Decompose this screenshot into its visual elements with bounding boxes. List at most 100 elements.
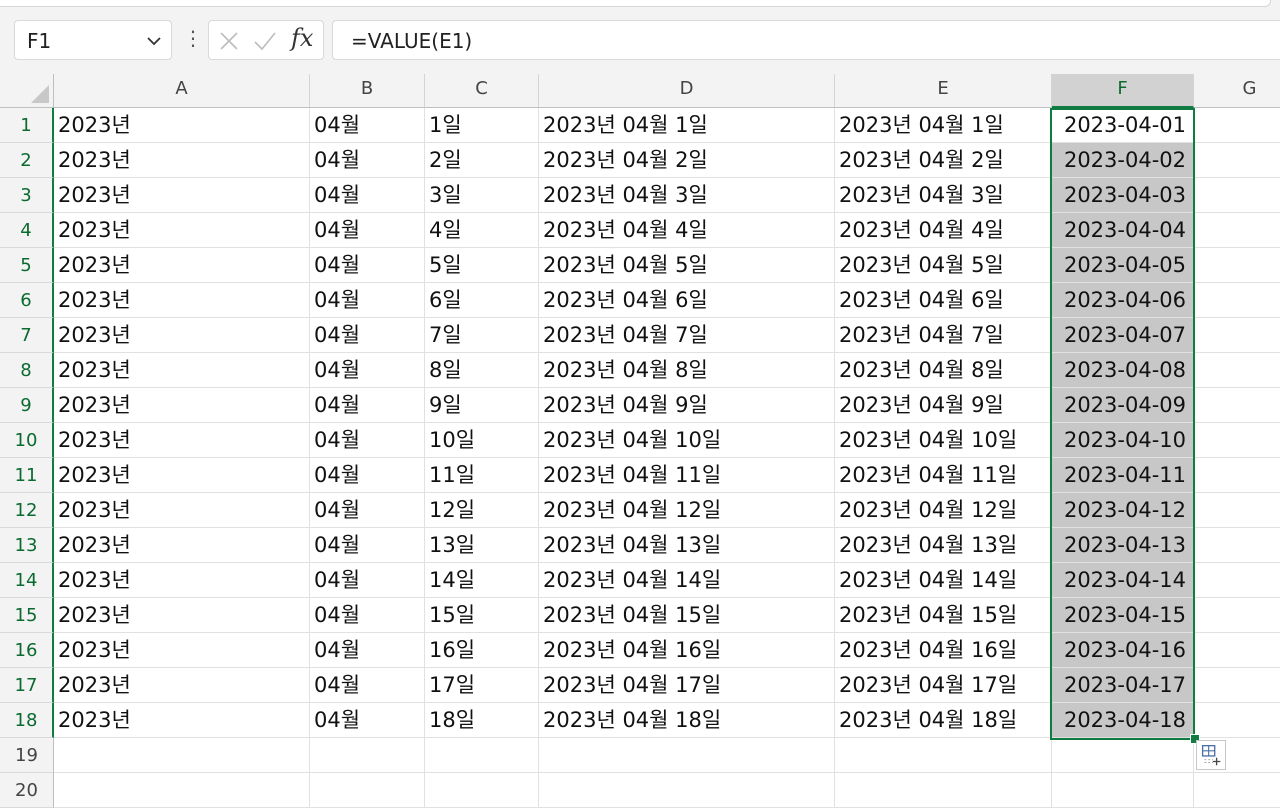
cell-b11[interactable]: 04월 [310,458,425,493]
cell-f16[interactable]: 2023-04-16 [1052,633,1194,668]
cell-d10[interactable]: 2023년 04월 10일 [539,423,835,458]
cell-c10[interactable]: 10일 [425,423,539,458]
cell-f11[interactable]: 2023-04-11 [1052,458,1194,493]
cell-c14[interactable]: 14일 [425,563,539,598]
cell-g12[interactable] [1194,493,1280,528]
cell-c5[interactable]: 5일 [425,248,539,283]
cell-g11[interactable] [1194,458,1280,493]
cell-f14[interactable]: 2023-04-14 [1052,563,1194,598]
cell-f18[interactable]: 2023-04-18 [1052,703,1194,738]
row-header[interactable]: 19 [0,738,54,773]
cell-d8[interactable]: 2023년 04월 8일 [539,353,835,388]
row-header[interactable]: 8 [0,353,54,388]
row-header[interactable]: 7 [0,318,54,353]
cell-d13[interactable]: 2023년 04월 13일 [539,528,835,563]
cell-d11[interactable]: 2023년 04월 11일 [539,458,835,493]
cell-c3[interactable]: 3일 [425,178,539,213]
cell-d18[interactable]: 2023년 04월 18일 [539,703,835,738]
cell-e8[interactable]: 2023년 04월 8일 [835,353,1052,388]
cell-g3[interactable] [1194,178,1280,213]
cell-e4[interactable]: 2023년 04월 4일 [835,213,1052,248]
cell-d19[interactable] [539,738,835,773]
cell-d16[interactable]: 2023년 04월 16일 [539,633,835,668]
row-header[interactable]: 14 [0,563,54,598]
row-header[interactable]: 17 [0,668,54,703]
cell-b17[interactable]: 04월 [310,668,425,703]
cell-e15[interactable]: 2023년 04월 15일 [835,598,1052,633]
cell-a7[interactable]: 2023년 [54,318,310,353]
cell-a1[interactable]: 2023년 [54,108,310,143]
cell-f12[interactable]: 2023-04-12 [1052,493,1194,528]
cell-a16[interactable]: 2023년 [54,633,310,668]
cell-b16[interactable]: 04월 [310,633,425,668]
cell-e1[interactable]: 2023년 04월 1일 [835,108,1052,143]
cell-e9[interactable]: 2023년 04월 9일 [835,388,1052,423]
row-header[interactable]: 10 [0,423,54,458]
cell-g2[interactable] [1194,143,1280,178]
cell-b12[interactable]: 04월 [310,493,425,528]
row-header[interactable]: 16 [0,633,54,668]
cell-d7[interactable]: 2023년 04월 7일 [539,318,835,353]
cell-c11[interactable]: 11일 [425,458,539,493]
quick-analysis-button[interactable] [1196,740,1226,770]
row-header[interactable]: 5 [0,248,54,283]
cell-d20[interactable] [539,773,835,808]
cell-c6[interactable]: 6일 [425,283,539,318]
cell-a8[interactable]: 2023년 [54,353,310,388]
cell-c8[interactable]: 8일 [425,353,539,388]
cell-b10[interactable]: 04월 [310,423,425,458]
cell-f7[interactable]: 2023-04-07 [1052,318,1194,353]
cell-c1[interactable]: 1일 [425,108,539,143]
column-header-f[interactable]: F [1052,74,1194,108]
cell-a17[interactable]: 2023년 [54,668,310,703]
cell-f4[interactable]: 2023-04-04 [1052,213,1194,248]
cell-f2[interactable]: 2023-04-02 [1052,143,1194,178]
row-header[interactable]: 11 [0,458,54,493]
cell-b19[interactable] [310,738,425,773]
row-header[interactable]: 15 [0,598,54,633]
column-header-e[interactable]: E [835,74,1052,108]
cell-g10[interactable] [1194,423,1280,458]
cell-c20[interactable] [425,773,539,808]
cell-e19[interactable] [835,738,1052,773]
cell-c19[interactable] [425,738,539,773]
cell-f8[interactable]: 2023-04-08 [1052,353,1194,388]
cell-c17[interactable]: 17일 [425,668,539,703]
cell-b4[interactable]: 04월 [310,213,425,248]
column-header-d[interactable]: D [539,74,835,108]
cell-f15[interactable]: 2023-04-15 [1052,598,1194,633]
cell-a10[interactable]: 2023년 [54,423,310,458]
cell-e12[interactable]: 2023년 04월 12일 [835,493,1052,528]
cell-b15[interactable]: 04월 [310,598,425,633]
name-box[interactable]: F1 [14,20,172,60]
cell-a6[interactable]: 2023년 [54,283,310,318]
row-header[interactable]: 12 [0,493,54,528]
cell-g8[interactable] [1194,353,1280,388]
formula-input[interactable]: =VALUE(E1) [332,20,1280,60]
cell-a12[interactable]: 2023년 [54,493,310,528]
cell-f13[interactable]: 2023-04-13 [1052,528,1194,563]
cell-a20[interactable] [54,773,310,808]
cell-g7[interactable] [1194,318,1280,353]
column-header-g[interactable]: G [1194,74,1280,108]
cell-d9[interactable]: 2023년 04월 9일 [539,388,835,423]
cell-a4[interactable]: 2023년 [54,213,310,248]
row-header[interactable]: 1 [0,108,54,143]
cell-a14[interactable]: 2023년 [54,563,310,598]
cell-b14[interactable]: 04월 [310,563,425,598]
cell-g1[interactable] [1194,108,1280,143]
cell-d17[interactable]: 2023년 04월 17일 [539,668,835,703]
cell-f6[interactable]: 2023-04-06 [1052,283,1194,318]
cancel-icon[interactable] [217,29,241,53]
cell-d4[interactable]: 2023년 04월 4일 [539,213,835,248]
cell-c15[interactable]: 15일 [425,598,539,633]
cell-g13[interactable] [1194,528,1280,563]
cell-g20[interactable] [1194,773,1280,808]
row-header[interactable]: 4 [0,213,54,248]
cell-g15[interactable] [1194,598,1280,633]
cell-a18[interactable]: 2023년 [54,703,310,738]
cell-a2[interactable]: 2023년 [54,143,310,178]
cell-b9[interactable]: 04월 [310,388,425,423]
row-header[interactable]: 2 [0,143,54,178]
cell-b13[interactable]: 04월 [310,528,425,563]
